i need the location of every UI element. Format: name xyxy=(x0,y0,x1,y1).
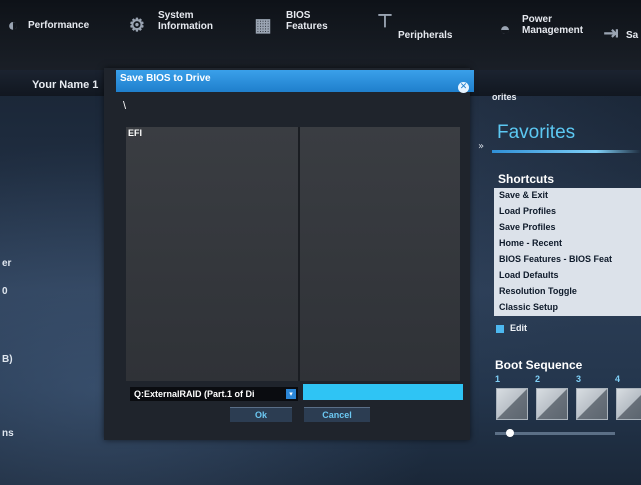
cancel-button[interactable]: Cancel xyxy=(304,407,370,422)
bios-screen: ◐ Performance ⚙ System Information ▦ BIO… xyxy=(0,0,641,485)
nav-bios-features-label: BIOS Features xyxy=(286,10,328,32)
shortcut-list: Save & Exit Load Profiles Save Profiles … xyxy=(494,188,641,316)
nav-save-exit-label: Sa xyxy=(626,30,639,41)
directory-item[interactable]: EFI xyxy=(128,128,142,138)
current-path: \ xyxy=(123,100,127,112)
drive-select[interactable]: Q:ExternalRAID (Part.1 of Di xyxy=(130,387,298,401)
save-exit-icon: ⇥ xyxy=(603,23,619,43)
boot-number: 3 xyxy=(576,374,582,384)
favorites-divider xyxy=(492,150,641,153)
drive-icon xyxy=(577,389,607,419)
nav-peripherals-label: Peripherals xyxy=(398,30,453,41)
user-profile-tab[interactable]: Your Name 1 xyxy=(32,79,98,91)
chevron-down-icon[interactable]: ▾ xyxy=(286,389,296,399)
boot-number: 2 xyxy=(535,374,541,384)
ok-button[interactable]: Ok xyxy=(230,407,292,422)
shortcut-bios-features[interactable]: BIOS Features - BIOS Feat xyxy=(499,254,612,264)
nav-system-information-label: System Information xyxy=(158,10,213,32)
left-item-fragment: 0 xyxy=(2,286,8,297)
left-item-fragment: B) xyxy=(2,354,13,365)
gear-icon: ⚙ xyxy=(128,15,146,35)
shortcut-save-profiles[interactable]: Save Profiles xyxy=(499,222,556,232)
power-icon: ◓ xyxy=(499,19,511,39)
directory-pane[interactable] xyxy=(126,127,300,381)
shortcut-classic-setup[interactable]: Classic Setup xyxy=(499,302,558,312)
peripherals-icon: ⊤ xyxy=(377,11,393,31)
chip-icon: ▦ xyxy=(254,15,272,35)
favorites-title: Favorites xyxy=(497,122,576,143)
edit-square-icon xyxy=(496,324,504,333)
boot-sequence-title: Boot Sequence xyxy=(495,358,583,372)
shortcut-load-profiles[interactable]: Load Profiles xyxy=(499,206,556,216)
boot-number: 4 xyxy=(615,374,621,384)
edit-shortcuts-button[interactable]: Edit xyxy=(496,323,527,333)
boot-device-3[interactable] xyxy=(576,388,608,420)
speedometer-icon: ◐ xyxy=(7,15,19,35)
filename-input[interactable] xyxy=(303,384,463,400)
shortcuts-title: Shortcuts xyxy=(498,172,555,186)
edit-label: Edit xyxy=(510,323,527,333)
left-item-fragment: ns xyxy=(2,428,14,439)
shortcut-load-defaults[interactable]: Load Defaults xyxy=(499,270,559,280)
drive-icon xyxy=(497,389,527,419)
boot-device-2[interactable] xyxy=(536,388,568,420)
drive-icon xyxy=(617,389,641,419)
boot-device-1[interactable] xyxy=(496,388,528,420)
shortcut-save-exit[interactable]: Save & Exit xyxy=(499,190,548,200)
left-item-fragment: er xyxy=(2,258,12,269)
boot-scroll-thumb[interactable] xyxy=(506,429,514,437)
boot-number: 1 xyxy=(495,374,501,384)
drive-icon xyxy=(537,389,567,419)
shortcut-home-recent[interactable]: Home - Recent xyxy=(499,238,562,248)
dialog-title: Save BIOS to Drive xyxy=(120,73,211,84)
boot-device-4[interactable] xyxy=(616,388,641,420)
file-pane[interactable] xyxy=(300,127,460,381)
shortcut-resolution-toggle[interactable]: Resolution Toggle xyxy=(499,286,577,296)
favorites-tab[interactable]: orites xyxy=(492,92,517,102)
nav-performance-label: Performance xyxy=(28,20,90,31)
close-icon[interactable]: ✕ xyxy=(458,82,469,93)
chevron-right-icon[interactable]: » xyxy=(478,141,484,152)
nav-power-management-label: Power Management xyxy=(522,14,584,36)
